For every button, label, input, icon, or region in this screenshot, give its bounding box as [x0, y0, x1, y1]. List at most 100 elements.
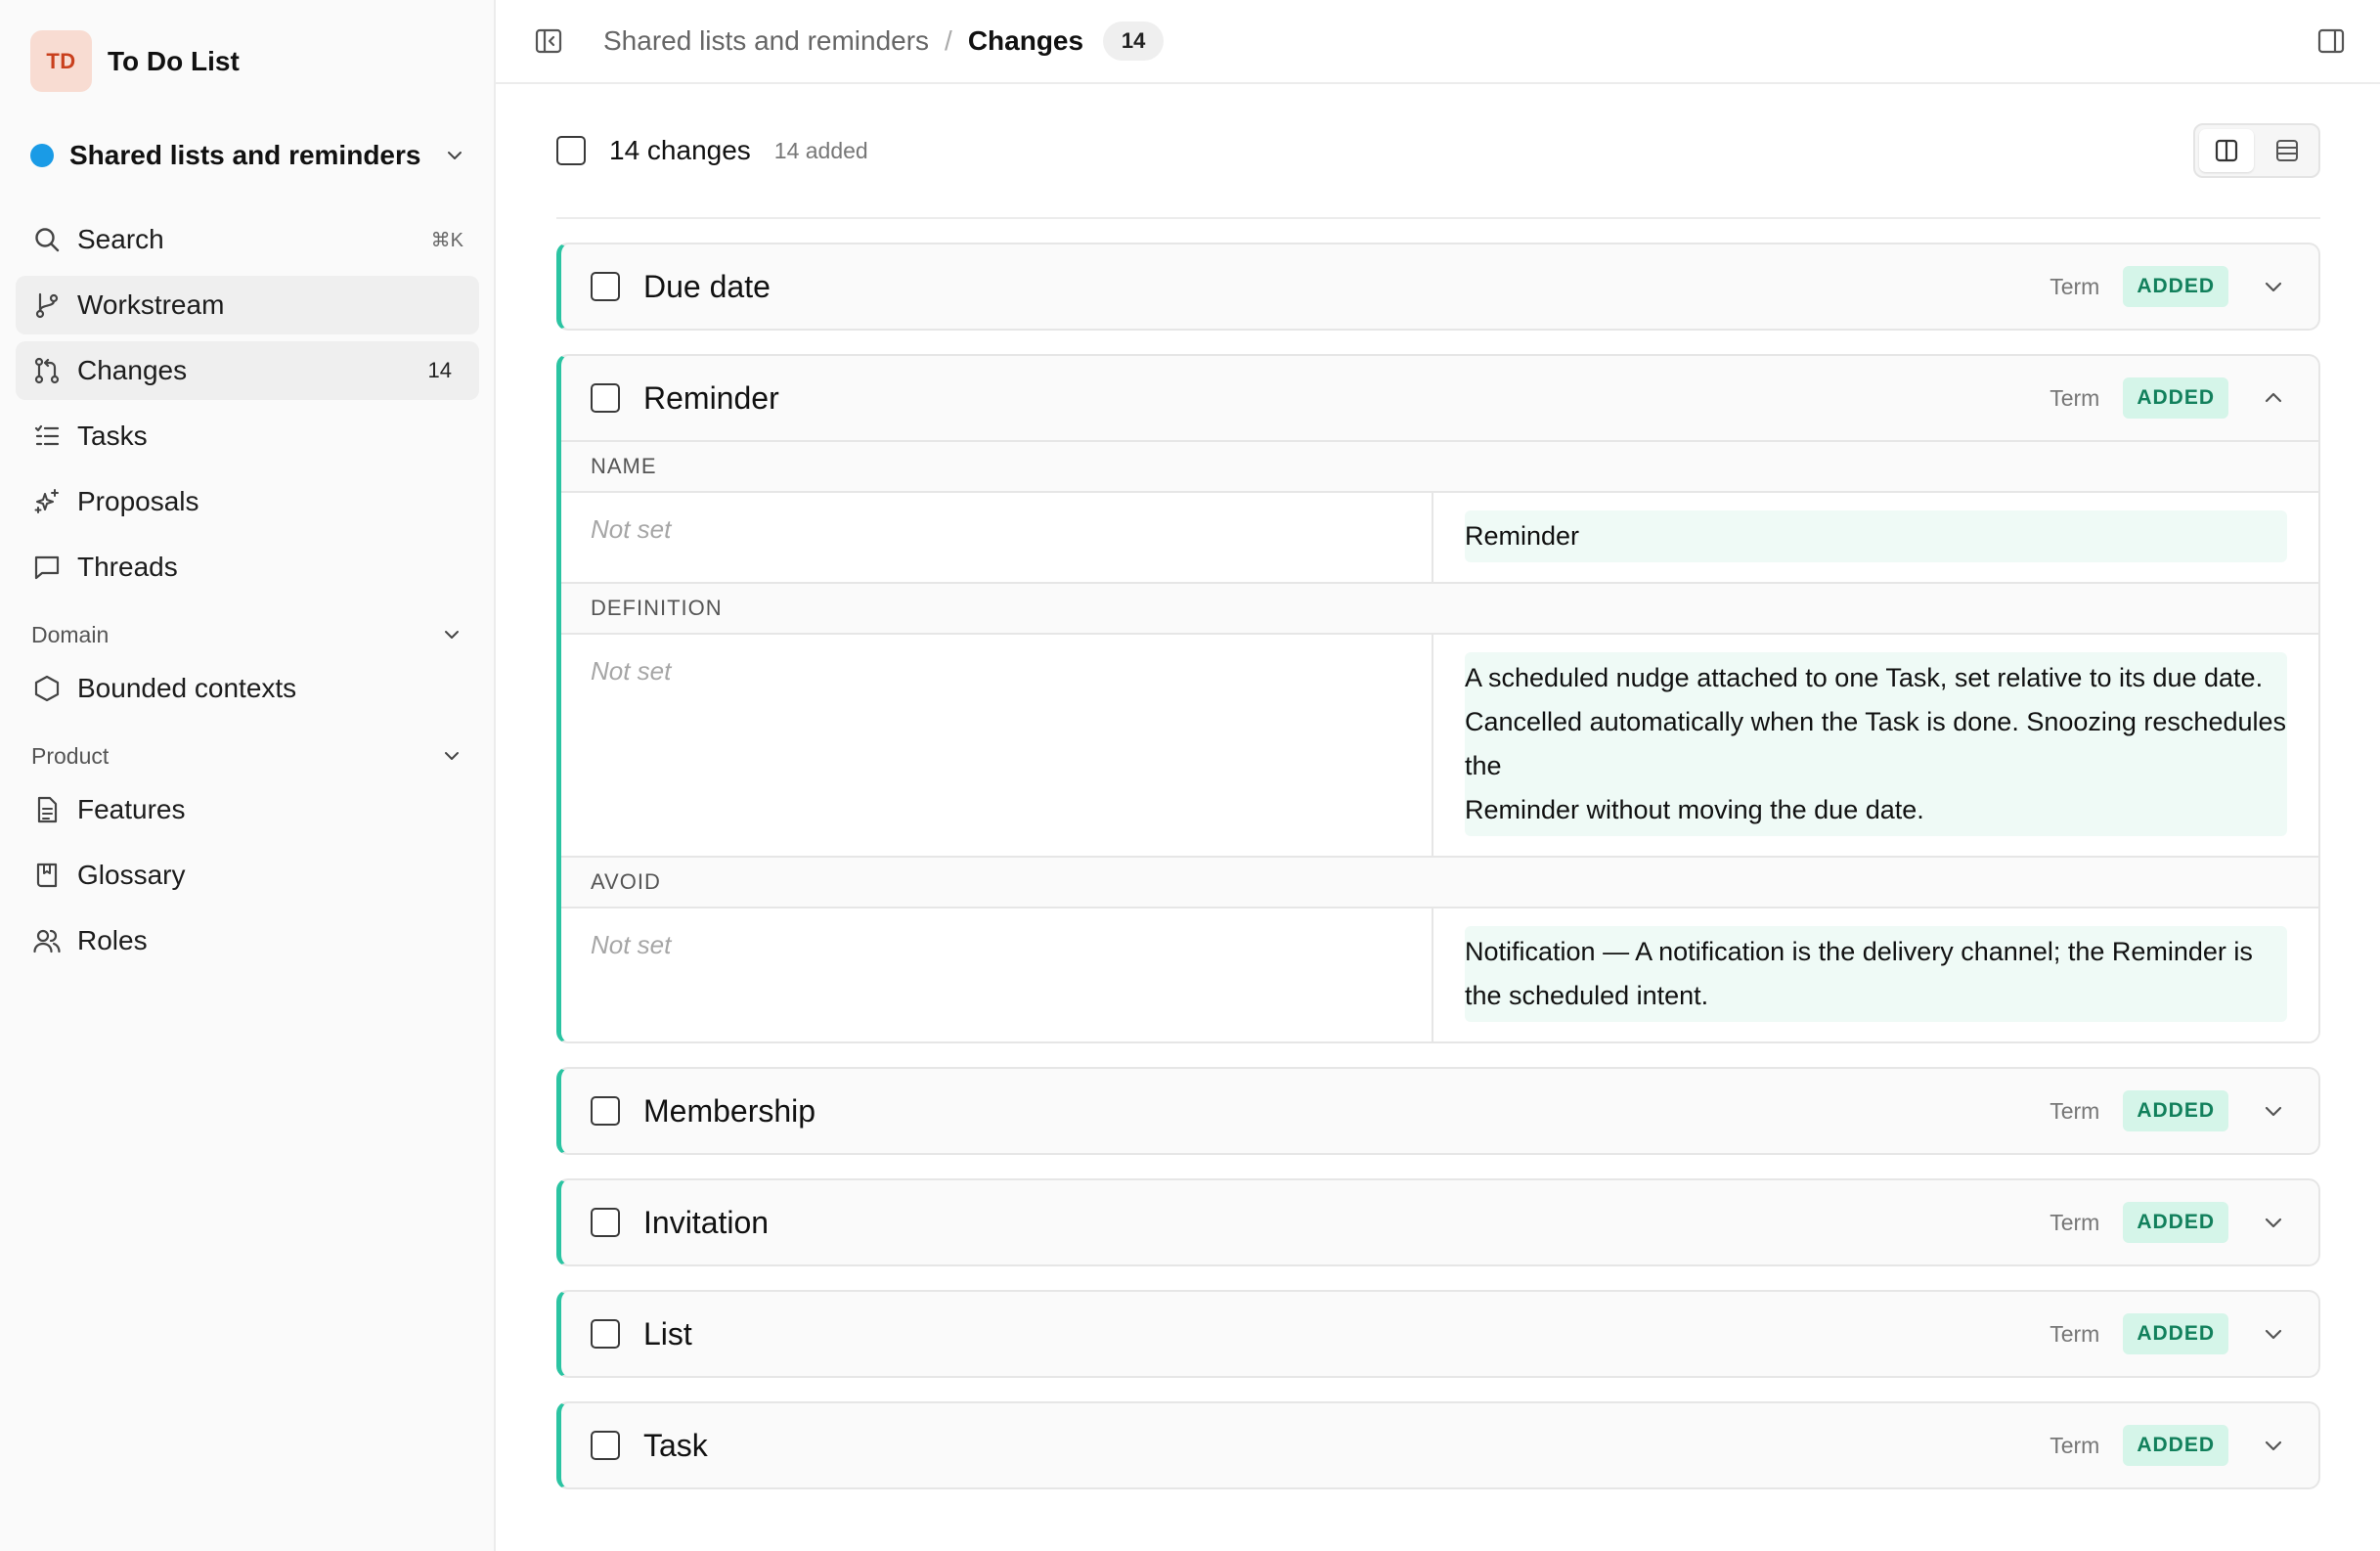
- changes-count-label: 14 changes: [609, 135, 751, 165]
- old-value: Not set: [561, 908, 1433, 1041]
- chevron-down-icon[interactable]: [2258, 1207, 2289, 1238]
- new-value-line: Notification — A notification is the del…: [1465, 937, 2253, 1010]
- change-card-header[interactable]: Invitation Term ADDED: [561, 1180, 2318, 1264]
- sidebar-item-label: Tasks: [77, 421, 148, 451]
- sidebar-item-label: Features: [77, 794, 186, 824]
- sidebar-item-roles[interactable]: Roles: [16, 911, 479, 970]
- search-icon: [31, 224, 63, 255]
- new-value: Notification — A notification is the del…: [1433, 908, 2318, 1041]
- keyboard-shortcut: ⌘K: [430, 229, 463, 251]
- sidebar-item-features[interactable]: Features: [16, 780, 479, 839]
- change-checkbox[interactable]: [591, 383, 620, 413]
- change-type: Term: [2049, 384, 2100, 411]
- sparkles-icon: [31, 486, 63, 517]
- sidebar-item-glossary[interactable]: Glossary: [16, 846, 479, 905]
- chevron-down-icon[interactable]: [2258, 1430, 2289, 1461]
- old-value: Not set: [561, 493, 1433, 582]
- sidebar-item-label: Roles: [77, 925, 148, 955]
- change-card-header[interactable]: Task Term ADDED: [561, 1403, 2318, 1487]
- new-value-line: Reminder without moving the due date.: [1465, 795, 1924, 824]
- chevron-down-icon[interactable]: [2258, 1095, 2289, 1127]
- breadcrumb-parent[interactable]: Shared lists and reminders: [603, 25, 929, 57]
- change-title: Invitation: [643, 1204, 770, 1240]
- chevron-up-icon[interactable]: [2258, 382, 2289, 414]
- changes-count: 14: [427, 358, 452, 382]
- section-domain[interactable]: Domain: [16, 610, 479, 659]
- change-title: Task: [643, 1427, 708, 1463]
- sidebar-item-changes[interactable]: Changes 14: [16, 341, 479, 400]
- change-type: Term: [2049, 1209, 2100, 1235]
- sidebar-item-tasks[interactable]: Tasks: [16, 407, 479, 465]
- book-icon: [31, 860, 63, 891]
- field-diff-row: Not set Reminder: [561, 493, 2318, 582]
- status-badge: ADDED: [2123, 1425, 2228, 1466]
- view-mode-toggle: [2193, 123, 2320, 178]
- chevron-down-icon[interactable]: [2258, 271, 2289, 302]
- breadcrumb-separator: /: [945, 25, 952, 56]
- project-selector[interactable]: Shared lists and reminders: [30, 137, 466, 174]
- new-value-line: Cancelled automatically when the Task is…: [1465, 707, 2287, 780]
- chevron-down-icon[interactable]: [2258, 1318, 2289, 1350]
- new-value: Reminder: [1433, 493, 2318, 582]
- field-label-avoid: AVOID: [561, 856, 2318, 908]
- checklist-icon: [31, 421, 63, 452]
- sidebar-item-label: Search: [77, 224, 164, 254]
- select-all-checkbox[interactable]: [556, 136, 586, 165]
- top-bar: Shared lists and reminders / Changes 14: [496, 0, 2380, 84]
- workspace-header[interactable]: TD To Do List: [30, 30, 240, 92]
- branch-icon: [31, 289, 63, 321]
- change-card-header[interactable]: Membership Term ADDED: [561, 1069, 2318, 1153]
- changes-count-badge: 14: [1103, 22, 1165, 61]
- change-checkbox[interactable]: [591, 272, 620, 301]
- sidebar-item-label: Threads: [77, 552, 178, 582]
- change-card-header[interactable]: Due date Term ADDED: [561, 244, 2318, 329]
- sidebar-item-threads[interactable]: Threads: [16, 538, 479, 597]
- sidebar-item-label: Bounded contexts: [77, 673, 297, 703]
- split-view-button[interactable]: [2199, 129, 2254, 172]
- sidebar-item-label: Workstream: [77, 289, 225, 320]
- section-product[interactable]: Product: [16, 731, 479, 780]
- change-card: Due date Term ADDED: [556, 243, 2320, 331]
- sidebar-item-workstream[interactable]: Workstream: [16, 276, 479, 334]
- change-checkbox[interactable]: [591, 1208, 620, 1237]
- change-title: Membership: [643, 1092, 816, 1129]
- change-checkbox[interactable]: [591, 1431, 620, 1460]
- field-diff-row: Not set A scheduled nudge attached to on…: [561, 635, 2318, 856]
- section-title: Product: [31, 742, 110, 769]
- breadcrumb-current: Changes: [967, 25, 1084, 56]
- changes-content: 14 changes 14 added Due date Term ADDED …: [556, 84, 2320, 1489]
- chevron-down-icon: [440, 744, 463, 768]
- chevron-down-icon: [443, 144, 466, 167]
- status-badge: ADDED: [2123, 266, 2228, 307]
- new-value-line: Reminder: [1465, 521, 1580, 551]
- change-checkbox[interactable]: [591, 1319, 620, 1349]
- sidebar-collapse-icon[interactable]: [529, 22, 568, 61]
- right-panel-icon[interactable]: [2312, 22, 2351, 61]
- chevron-down-icon: [440, 623, 463, 646]
- new-value-line: A scheduled nudge attached to one Task, …: [1465, 663, 2264, 692]
- change-type: Term: [2049, 1320, 2100, 1347]
- hexagon-icon: [31, 673, 63, 704]
- change-card-header[interactable]: List Term ADDED: [561, 1292, 2318, 1376]
- change-checkbox[interactable]: [591, 1096, 620, 1126]
- sidebar-item-search[interactable]: Search ⌘K: [16, 210, 479, 269]
- sidebar-item-proposals[interactable]: Proposals: [16, 472, 479, 531]
- unified-view-button[interactable]: [2260, 129, 2314, 172]
- change-title: Reminder: [643, 379, 779, 416]
- change-card-header[interactable]: Reminder Term ADDED: [561, 356, 2318, 440]
- sidebar-item-bounded-contexts[interactable]: Bounded contexts: [16, 659, 479, 718]
- sidebar: TD To Do List Shared lists and reminders…: [0, 0, 496, 1551]
- field-label-definition: DEFINITION: [561, 582, 2318, 635]
- pull-request-icon: [31, 355, 63, 386]
- sidebar-item-label: Glossary: [77, 860, 186, 890]
- old-value: Not set: [561, 635, 1433, 856]
- status-badge: ADDED: [2123, 1090, 2228, 1131]
- change-type: Term: [2049, 1432, 2100, 1458]
- unified-view-icon: [2276, 140, 2298, 161]
- message-square-icon: [31, 552, 63, 583]
- added-count-label: 14 added: [773, 137, 868, 163]
- change-title: List: [643, 1315, 692, 1352]
- users-icon: [31, 925, 63, 956]
- workspace-name: To Do List: [108, 45, 240, 76]
- change-card-expanded: Reminder Term ADDED NAME Not set Reminde…: [556, 354, 2320, 1043]
